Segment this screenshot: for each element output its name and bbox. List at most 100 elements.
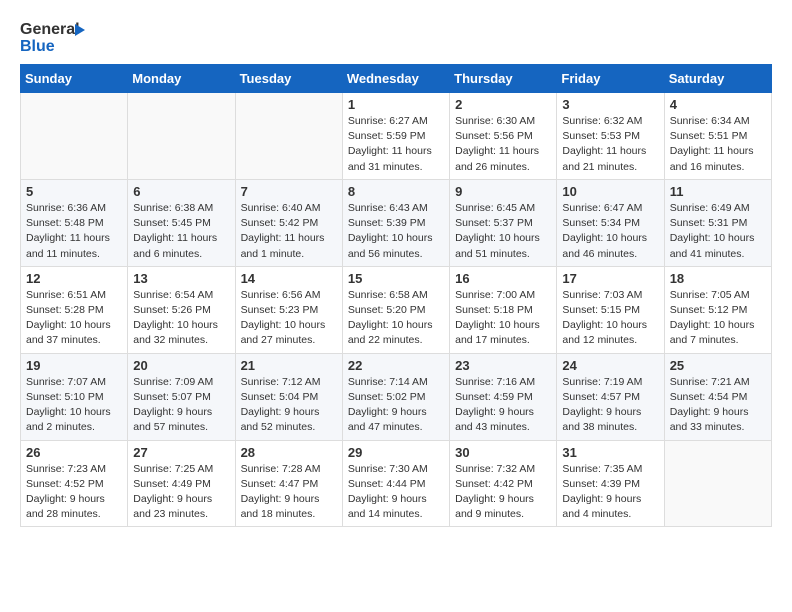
day-info: Sunrise: 7:07 AM Sunset: 5:10 PM Dayligh… bbox=[26, 375, 122, 436]
weekday-header-monday: Monday bbox=[128, 65, 235, 93]
week-row-2: 5 Sunrise: 6:36 AM Sunset: 5:48 PM Daylig… bbox=[21, 179, 772, 266]
calendar-cell: 29 Sunrise: 7:30 AM Sunset: 4:44 PM Dayli… bbox=[342, 440, 449, 527]
day-info: Sunrise: 7:35 AM Sunset: 4:39 PM Dayligh… bbox=[562, 462, 658, 523]
calendar-cell: 30 Sunrise: 7:32 AM Sunset: 4:42 PM Dayli… bbox=[450, 440, 557, 527]
day-info: Sunrise: 6:38 AM Sunset: 5:45 PM Dayligh… bbox=[133, 201, 229, 262]
svg-text:Blue: Blue bbox=[20, 38, 55, 55]
calendar-cell: 10 Sunrise: 6:47 AM Sunset: 5:34 PM Dayli… bbox=[557, 179, 664, 266]
weekday-header-tuesday: Tuesday bbox=[235, 65, 342, 93]
day-number: 16 bbox=[455, 271, 551, 286]
day-info: Sunrise: 6:30 AM Sunset: 5:56 PM Dayligh… bbox=[455, 114, 551, 175]
calendar-cell: 6 Sunrise: 6:38 AM Sunset: 5:45 PM Daylig… bbox=[128, 179, 235, 266]
weekday-header-thursday: Thursday bbox=[450, 65, 557, 93]
calendar-cell: 27 Sunrise: 7:25 AM Sunset: 4:49 PM Dayli… bbox=[128, 440, 235, 527]
calendar-cell: 26 Sunrise: 7:23 AM Sunset: 4:52 PM Dayli… bbox=[21, 440, 128, 527]
day-info: Sunrise: 6:45 AM Sunset: 5:37 PM Dayligh… bbox=[455, 201, 551, 262]
day-number: 25 bbox=[670, 358, 766, 373]
day-info: Sunrise: 7:09 AM Sunset: 5:07 PM Dayligh… bbox=[133, 375, 229, 436]
day-info: Sunrise: 7:30 AM Sunset: 4:44 PM Dayligh… bbox=[348, 462, 444, 523]
calendar-cell: 28Sunrise: 7:28 AM Sunset: 4:47 PM Dayli… bbox=[235, 440, 342, 527]
day-number: 4 bbox=[670, 97, 766, 112]
day-number: 3 bbox=[562, 97, 658, 112]
weekday-header-wednesday: Wednesday bbox=[342, 65, 449, 93]
calendar-cell: 21 Sunrise: 7:12 AM Sunset: 5:04 PM Dayli… bbox=[235, 353, 342, 440]
day-number: 29 bbox=[348, 445, 444, 460]
day-number: 24 bbox=[562, 358, 658, 373]
calendar-cell: 9 Sunrise: 6:45 AM Sunset: 5:37 PM Daylig… bbox=[450, 179, 557, 266]
day-number: 1 bbox=[348, 97, 444, 112]
calendar-cell: 4 Sunrise: 6:34 AM Sunset: 5:51 PM Daylig… bbox=[664, 93, 771, 180]
day-number: 21 bbox=[241, 358, 337, 373]
calendar-cell: 1 Sunrise: 6:27 AM Sunset: 5:59 PM Daylig… bbox=[342, 93, 449, 180]
calendar-cell: 13Sunrise: 6:54 AM Sunset: 5:26 PM Dayli… bbox=[128, 266, 235, 353]
weekday-header-sunday: Sunday bbox=[21, 65, 128, 93]
calendar-cell: 18Sunrise: 7:05 AM Sunset: 5:12 PM Dayli… bbox=[664, 266, 771, 353]
day-info: Sunrise: 6:36 AM Sunset: 5:48 PM Dayligh… bbox=[26, 201, 122, 262]
calendar-cell: 31 Sunrise: 7:35 AM Sunset: 4:39 PM Dayli… bbox=[557, 440, 664, 527]
day-number: 17 bbox=[562, 271, 658, 286]
week-row-1: 1 Sunrise: 6:27 AM Sunset: 5:59 PM Daylig… bbox=[21, 93, 772, 180]
calendar-cell: 5 Sunrise: 6:36 AM Sunset: 5:48 PM Daylig… bbox=[21, 179, 128, 266]
day-info: Sunrise: 6:32 AM Sunset: 5:53 PM Dayligh… bbox=[562, 114, 658, 175]
calendar-cell: 2 Sunrise: 6:30 AM Sunset: 5:56 PM Daylig… bbox=[450, 93, 557, 180]
svg-text:General: General bbox=[20, 21, 80, 38]
day-info: Sunrise: 7:19 AM Sunset: 4:57 PM Dayligh… bbox=[562, 375, 658, 436]
calendar: SundayMondayTuesdayWednesdayThursdayFrid… bbox=[20, 64, 772, 527]
header: GeneralBlue bbox=[20, 16, 772, 56]
calendar-cell: 14 Sunrise: 6:56 AM Sunset: 5:23 PM Dayli… bbox=[235, 266, 342, 353]
day-number: 27 bbox=[133, 445, 229, 460]
week-row-4: 19 Sunrise: 7:07 AM Sunset: 5:10 PM Dayli… bbox=[21, 353, 772, 440]
day-number: 22 bbox=[348, 358, 444, 373]
day-number: 23 bbox=[455, 358, 551, 373]
calendar-cell: 12Sunrise: 6:51 AM Sunset: 5:28 PM Dayli… bbox=[21, 266, 128, 353]
day-number: 10 bbox=[562, 184, 658, 199]
calendar-cell: 17 Sunrise: 7:03 AM Sunset: 5:15 PM Dayli… bbox=[557, 266, 664, 353]
calendar-cell bbox=[664, 440, 771, 527]
day-info: Sunrise: 6:47 AM Sunset: 5:34 PM Dayligh… bbox=[562, 201, 658, 262]
calendar-cell: 3 Sunrise: 6:32 AM Sunset: 5:53 PM Daylig… bbox=[557, 93, 664, 180]
day-number: 5 bbox=[26, 184, 122, 199]
day-number: 15 bbox=[348, 271, 444, 286]
calendar-cell: 16 Sunrise: 7:00 AM Sunset: 5:18 PM Dayli… bbox=[450, 266, 557, 353]
week-row-5: 26 Sunrise: 7:23 AM Sunset: 4:52 PM Dayli… bbox=[21, 440, 772, 527]
day-info: Sunrise: 7:05 AM Sunset: 5:12 PM Dayligh… bbox=[670, 288, 766, 349]
day-info: Sunrise: 6:58 AM Sunset: 5:20 PM Dayligh… bbox=[348, 288, 444, 349]
day-info: Sunrise: 7:14 AM Sunset: 5:02 PM Dayligh… bbox=[348, 375, 444, 436]
day-info: Sunrise: 7:32 AM Sunset: 4:42 PM Dayligh… bbox=[455, 462, 551, 523]
calendar-cell: 8Sunrise: 6:43 AM Sunset: 5:39 PM Daylig… bbox=[342, 179, 449, 266]
day-info: Sunrise: 6:27 AM Sunset: 5:59 PM Dayligh… bbox=[348, 114, 444, 175]
weekday-header-friday: Friday bbox=[557, 65, 664, 93]
logo: GeneralBlue bbox=[20, 16, 90, 56]
day-number: 11 bbox=[670, 184, 766, 199]
calendar-cell: 19 Sunrise: 7:07 AM Sunset: 5:10 PM Dayli… bbox=[21, 353, 128, 440]
day-info: Sunrise: 7:16 AM Sunset: 4:59 PM Dayligh… bbox=[455, 375, 551, 436]
day-info: Sunrise: 7:12 AM Sunset: 5:04 PM Dayligh… bbox=[241, 375, 337, 436]
day-info: Sunrise: 7:21 AM Sunset: 4:54 PM Dayligh… bbox=[670, 375, 766, 436]
day-number: 6 bbox=[133, 184, 229, 199]
day-info: Sunrise: 7:03 AM Sunset: 5:15 PM Dayligh… bbox=[562, 288, 658, 349]
day-info: Sunrise: 7:00 AM Sunset: 5:18 PM Dayligh… bbox=[455, 288, 551, 349]
day-number: 20 bbox=[133, 358, 229, 373]
day-number: 26 bbox=[26, 445, 122, 460]
day-info: Sunrise: 6:34 AM Sunset: 5:51 PM Dayligh… bbox=[670, 114, 766, 175]
calendar-cell: 23 Sunrise: 7:16 AM Sunset: 4:59 PM Dayli… bbox=[450, 353, 557, 440]
day-info: Sunrise: 7:23 AM Sunset: 4:52 PM Dayligh… bbox=[26, 462, 122, 523]
calendar-cell: 11Sunrise: 6:49 AM Sunset: 5:31 PM Dayli… bbox=[664, 179, 771, 266]
weekday-header-row: SundayMondayTuesdayWednesdayThursdayFrid… bbox=[21, 65, 772, 93]
day-info: Sunrise: 7:25 AM Sunset: 4:49 PM Dayligh… bbox=[133, 462, 229, 523]
day-number: 9 bbox=[455, 184, 551, 199]
day-number: 8 bbox=[348, 184, 444, 199]
day-info: Sunrise: 6:54 AM Sunset: 5:26 PM Dayligh… bbox=[133, 288, 229, 349]
day-number: 7 bbox=[241, 184, 337, 199]
day-number: 31 bbox=[562, 445, 658, 460]
day-number: 2 bbox=[455, 97, 551, 112]
day-info: Sunrise: 6:56 AM Sunset: 5:23 PM Dayligh… bbox=[241, 288, 337, 349]
day-number: 14 bbox=[241, 271, 337, 286]
day-info: Sunrise: 6:40 AM Sunset: 5:42 PM Dayligh… bbox=[241, 201, 337, 262]
day-number: 19 bbox=[26, 358, 122, 373]
calendar-cell bbox=[21, 93, 128, 180]
calendar-cell bbox=[235, 93, 342, 180]
day-number: 30 bbox=[455, 445, 551, 460]
calendar-cell: 24 Sunrise: 7:19 AM Sunset: 4:57 PM Dayli… bbox=[557, 353, 664, 440]
calendar-cell: 20 Sunrise: 7:09 AM Sunset: 5:07 PM Dayli… bbox=[128, 353, 235, 440]
